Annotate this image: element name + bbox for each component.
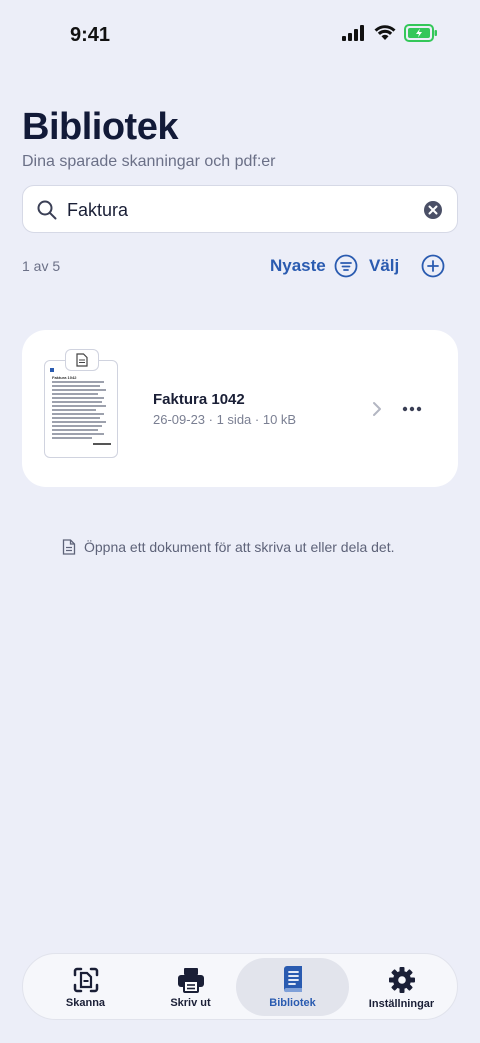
- search-box[interactable]: [22, 185, 458, 233]
- printer-icon: [177, 967, 204, 993]
- search-icon: [37, 200, 57, 220]
- status-bar: 9:41: [0, 0, 480, 72]
- document-icon: [62, 539, 76, 555]
- tab-label: Skriv ut: [170, 996, 211, 1009]
- page-subtitle: Dina sparade skanningar och pdf:er: [22, 153, 276, 170]
- document-icon: [76, 353, 88, 367]
- thumbnail-line: [52, 433, 104, 435]
- thumbnail-line: [52, 437, 92, 439]
- thumbnail-title: Faktura 1042: [52, 375, 77, 380]
- signal-icon: [342, 25, 364, 41]
- hint-text: Öppna ett dokument för att skriva ut ell…: [84, 539, 395, 555]
- thumbnail-line: [52, 389, 106, 391]
- status-icons: [342, 24, 438, 42]
- gear-icon: [388, 966, 415, 993]
- battery-icon: [404, 24, 437, 42]
- tab-scan[interactable]: Skanna: [33, 954, 138, 1021]
- document-thumbnail: Faktura 1042: [44, 349, 118, 458]
- library-screen: 9:41 Bibliotek Dina sparade skanningar o…: [0, 0, 480, 1043]
- search-input[interactable]: [67, 196, 427, 224]
- document-meta: 26-09-23 · 1 sida · 10 kB: [153, 412, 297, 427]
- book-icon: [283, 966, 302, 993]
- tab-print[interactable]: Skriv ut: [138, 954, 243, 1021]
- thumbnail-line: [52, 397, 104, 399]
- tab-settings[interactable]: Inställningar: [349, 954, 454, 1021]
- thumbnail-line: [52, 421, 106, 423]
- result-count: 1 av 5: [22, 258, 61, 274]
- more-options-icon[interactable]: [402, 402, 422, 416]
- thumbnail-line: [52, 381, 104, 383]
- scan-icon: [73, 967, 98, 992]
- thumbnail-line: [52, 393, 98, 395]
- tab-label: Bibliotek: [269, 997, 316, 1009]
- sort-icon: [334, 254, 358, 278]
- select-button[interactable]: Välj: [369, 256, 399, 276]
- thumbnail-line: [52, 417, 100, 419]
- thumbnail-line: [52, 413, 104, 415]
- wifi-icon: [374, 25, 396, 40]
- sort-button[interactable]: Nyaste: [270, 254, 358, 278]
- status-time: 9:41: [70, 24, 111, 46]
- sort-label: Nyaste: [270, 256, 326, 275]
- page-title: Bibliotek: [22, 106, 178, 148]
- thumbnail-line: [52, 405, 106, 407]
- chevron-right-icon: [373, 402, 381, 416]
- thumbnail-line: [52, 425, 102, 427]
- document-card[interactable]: Faktura 1042 Faktura 1042 26-09-23 · 1 s…: [22, 330, 458, 487]
- document-name: Faktura 1042: [153, 391, 245, 408]
- thumbnail-line: [52, 429, 98, 431]
- pdf-badge: [65, 349, 99, 371]
- tab-library[interactable]: Bibliotek: [236, 958, 349, 1016]
- add-icon[interactable]: [421, 254, 445, 278]
- tab-label: Skanna: [65, 996, 106, 1009]
- tab-label: Inställningar: [368, 997, 435, 1010]
- tab-bar: Skanna Skriv ut Bibliotek Inställningar: [22, 953, 458, 1020]
- thumbnail-line: [52, 409, 96, 411]
- thumbnail-total-line: [93, 443, 111, 445]
- thumbnail-line: [52, 401, 102, 403]
- hint-message: Öppna ett dokument för att skriva ut ell…: [62, 539, 395, 555]
- clear-search-icon[interactable]: [423, 200, 443, 220]
- thumbnail-logo: [50, 368, 54, 372]
- thumbnail-line: [52, 385, 100, 387]
